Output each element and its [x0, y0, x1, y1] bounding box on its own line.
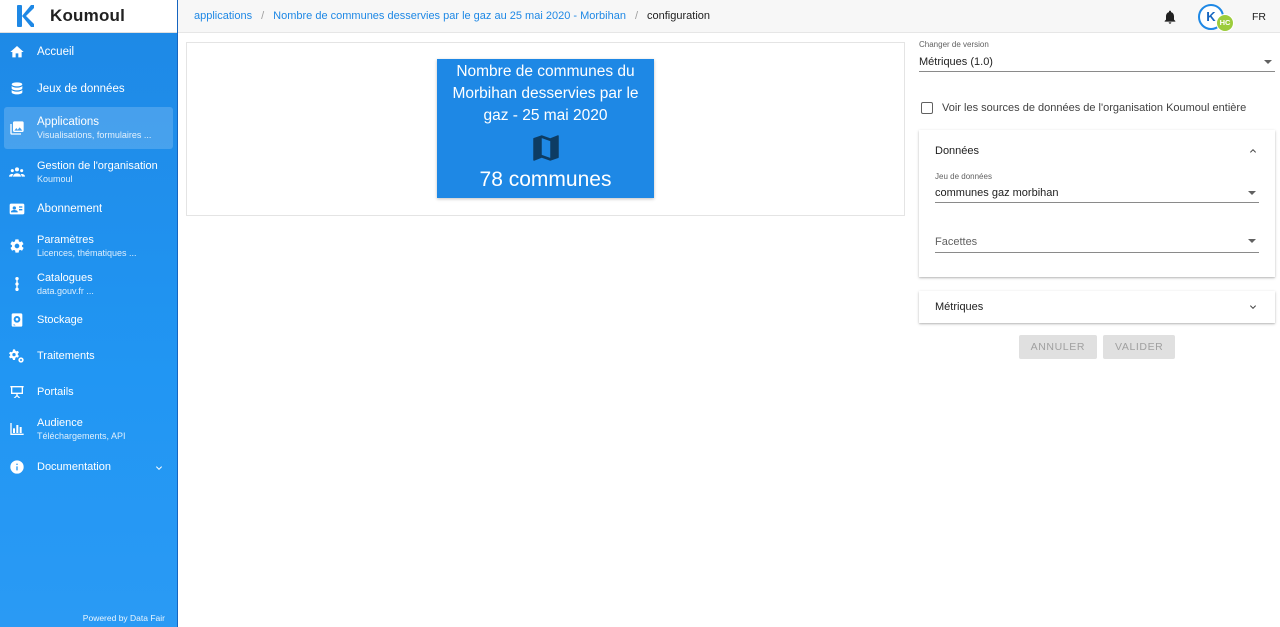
sidebar-item-label: Abonnement: [37, 203, 103, 215]
submit-button[interactable]: VALIDER: [1103, 335, 1176, 359]
avatar-logo-icon: K: [1206, 9, 1216, 24]
sidebar-nav: Accueil Jeux de données Applications Visu…: [0, 33, 177, 489]
version-select[interactable]: Métriques (1.0): [919, 52, 1275, 72]
gear-icon: [9, 238, 25, 254]
powered-by[interactable]: Powered by Data Fair: [83, 613, 165, 623]
version-label: Changer de version: [919, 40, 989, 49]
application-preview: Nombre de communes du Morbihan desservie…: [186, 42, 905, 216]
chevron-down-icon: [1247, 301, 1259, 313]
top-bar: applications / Nombre de communes desser…: [178, 0, 1280, 33]
sidebar-item-label: Catalogues: [37, 272, 93, 284]
metrics-section-title: Métriques: [935, 301, 984, 313]
sidebar-item-label: Stockage: [37, 314, 83, 326]
sidebar-item-label: Traitements: [37, 350, 95, 362]
sidebar-item-audience[interactable]: Audience Téléchargements, API: [0, 413, 177, 445]
database-icon: [9, 81, 25, 97]
notifications-bell-icon[interactable]: [1162, 9, 1178, 25]
breadcrumb-separator: /: [261, 10, 265, 22]
sidebar: Koumoul Accueil Jeux de données Applicat…: [0, 0, 178, 627]
dataset-value: communes gaz morbihan: [935, 186, 1059, 199]
map-icon: [437, 131, 654, 165]
metric-title: Nombre de communes du Morbihan desservie…: [452, 63, 639, 124]
chevron-down-icon[interactable]: [153, 461, 165, 473]
org-sources-checkbox[interactable]: [921, 102, 933, 114]
brand[interactable]: Koumoul: [0, 0, 177, 33]
sidebar-item-label: Audience: [37, 417, 83, 429]
dataset-label: Jeu de données: [935, 172, 992, 181]
cancel-button[interactable]: ANNULER: [1018, 335, 1098, 359]
sidebar-item-accueil[interactable]: Accueil: [0, 33, 177, 71]
connection-icon: [9, 276, 25, 292]
sidebar-item-label: Jeux de données: [37, 82, 125, 95]
group-icon: [9, 164, 25, 180]
metric-card: Nombre de communes du Morbihan desservie…: [437, 59, 654, 198]
caret-down-icon: [1248, 239, 1256, 243]
sidebar-item-sublabel: data.gouv.fr ...: [37, 286, 94, 296]
org-sources-checkbox-row[interactable]: Voir les sources de données de l'organis…: [919, 102, 1275, 114]
data-section-body: Jeu de données communes gaz morbihan Fac…: [919, 172, 1275, 277]
home-icon: [9, 44, 25, 60]
sidebar-item-sublabel: Visualisations, formulaires ...: [37, 130, 152, 140]
dataset-select[interactable]: communes gaz morbihan: [935, 183, 1259, 203]
presentation-icon: [9, 384, 25, 400]
version-value: Métriques (1.0): [919, 55, 993, 68]
caret-down-icon: [1264, 60, 1272, 64]
sidebar-item-documentation[interactable]: Documentation: [0, 445, 177, 489]
caret-down-icon: [1248, 191, 1256, 195]
breadcrumb-item-applications[interactable]: applications: [194, 10, 252, 22]
metrics-section-header[interactable]: Métriques: [919, 291, 1275, 323]
form-actions: ANNULER VALIDER: [919, 335, 1275, 359]
org-sources-checkbox-label: Voir les sources de données de l'organis…: [942, 102, 1247, 114]
bar-chart-icon: [9, 421, 25, 437]
sidebar-item-label: Accueil: [37, 46, 75, 58]
configuration-panel: Changer de version Métriques (1.0) Voir …: [919, 40, 1275, 359]
avatar-badge: HC: [1216, 13, 1234, 32]
facets-select[interactable]: Facettes: [935, 231, 1259, 253]
sidebar-item-stockage[interactable]: Stockage: [0, 299, 177, 341]
sidebar-item-sublabel: Koumoul: [37, 174, 73, 184]
sidebar-item-jeux-de-donnees[interactable]: Jeux de données: [0, 71, 177, 106]
image-gallery-icon: [9, 120, 25, 136]
sidebar-item-label: Gestion de l'organisation: [37, 160, 158, 172]
header-actions: K HC FR: [1162, 0, 1266, 33]
koumoul-logo-icon: [17, 5, 34, 27]
data-section-title: Données: [935, 145, 980, 157]
metrics-section: Métriques: [919, 291, 1275, 323]
sidebar-item-label: Applications: [37, 116, 100, 128]
id-card-icon: [9, 201, 25, 217]
storage-icon: [9, 312, 25, 328]
app-name: Koumoul: [50, 6, 126, 25]
sidebar-item-sublabel: Licences, thématiques ...: [37, 248, 137, 258]
data-section: Données Jeu de données communes gaz morb…: [919, 130, 1275, 277]
chevron-up-icon: [1247, 145, 1259, 157]
sidebar-item-label: Portails: [37, 386, 74, 398]
language-switch[interactable]: FR: [1252, 11, 1266, 23]
sidebar-item-abonnement[interactable]: Abonnement: [0, 195, 177, 223]
breadcrumb-separator: /: [634, 10, 639, 22]
sidebar-item-portails[interactable]: Portails: [0, 371, 177, 413]
sidebar-item-label: Documentation: [37, 461, 111, 473]
sidebar-item-gestion-organisation[interactable]: Gestion de l'organisation Koumoul: [0, 149, 177, 195]
sidebar-item-sublabel: Téléchargements, API: [37, 431, 126, 441]
data-section-header[interactable]: Données: [919, 130, 1275, 172]
sidebar-item-parametres[interactable]: Paramètres Licences, thématiques ...: [0, 223, 177, 269]
metric-value: 78 communes: [479, 168, 612, 191]
sidebar-item-catalogues[interactable]: Catalogues data.gouv.fr ...: [0, 269, 177, 299]
cogs-icon: [9, 348, 25, 364]
avatar[interactable]: K HC: [1198, 3, 1234, 32]
breadcrumb-item-application[interactable]: Nombre de communes desservies par le gaz…: [273, 10, 626, 22]
sidebar-item-applications[interactable]: Applications Visualisations, formulaires …: [4, 107, 173, 149]
facets-placeholder: Facettes: [935, 235, 978, 248]
sidebar-item-label: Paramètres: [37, 234, 94, 246]
info-icon: [9, 459, 25, 475]
sidebar-item-traitements[interactable]: Traitements: [0, 341, 177, 371]
breadcrumb-item-current: configuration: [647, 10, 711, 22]
breadcrumb: applications / Nombre de communes desser…: [194, 10, 710, 22]
